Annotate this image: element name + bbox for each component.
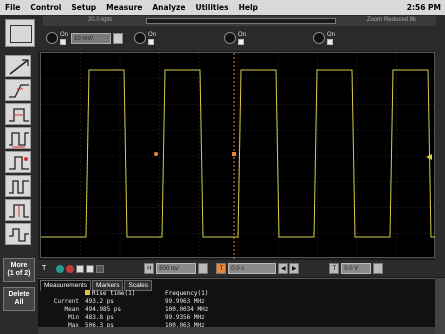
freq-value: 100.0034 MHz — [165, 306, 209, 313]
acquisition-progress — [146, 18, 336, 24]
channel-1-knob-icon[interactable] — [46, 32, 58, 44]
channel-1-on-checkbox[interactable] — [60, 38, 66, 45]
period-tool-icon[interactable] — [5, 127, 31, 149]
channel-1: On 10 mV/ — [46, 29, 124, 47]
run-button-icon[interactable] — [56, 264, 65, 273]
row-label: Mean — [64, 306, 79, 313]
menu-file[interactable]: File — [0, 3, 25, 12]
menu-help[interactable]: Help — [234, 3, 263, 12]
run-controls — [54, 264, 105, 273]
menu-setup[interactable]: Setup — [66, 3, 101, 12]
channel-4-on-checkbox[interactable] — [327, 38, 333, 45]
clock: 2:56 PM — [406, 3, 441, 12]
menu-bar: File Control Setup Measure Analyze Utili… — [0, 0, 445, 15]
vpp-tool-icon[interactable] — [5, 223, 31, 245]
acquisition-mode: Zoom Reduced 8k — [366, 17, 416, 23]
trigger-level-button[interactable] — [373, 263, 384, 274]
channel-2-on-checkbox[interactable] — [148, 38, 154, 45]
clear-display-icon[interactable] — [86, 264, 95, 273]
table-row: Min 483.8 ps 99.9356 MHz — [42, 314, 211, 322]
channel-3-on-label: On — [238, 31, 247, 38]
channel-1-color-swatch — [85, 290, 90, 295]
waveform-display[interactable] — [40, 52, 436, 259]
measurement-point-center — [232, 152, 236, 156]
graticule-svg — [41, 53, 436, 259]
channel-1-scale-button[interactable] — [113, 32, 124, 44]
column-rise-time: Rise time(1) — [92, 290, 136, 297]
channel-1-on-label: On — [60, 31, 69, 38]
timebase-position-field[interactable]: 0.0 s — [228, 263, 277, 274]
channel-3: On — [224, 29, 246, 47]
rise-value: 493.2 ps — [85, 298, 114, 305]
table-header: Rise time(1) Frequency(1) — [42, 290, 211, 298]
rise-time-tool-icon[interactable] — [5, 79, 31, 101]
autoscale-icon[interactable] — [96, 264, 105, 273]
measurement-point-left — [154, 152, 158, 156]
measurement-vertical-scrollbar[interactable] — [435, 278, 445, 334]
timebase-position-chip[interactable]: T — [216, 263, 227, 274]
channel-2: On — [134, 29, 156, 47]
table-row: Current 493.2 ps 99.9963 MHz — [42, 298, 211, 306]
timebase-channel-chip[interactable]: H — [144, 263, 155, 274]
position-left-arrow-icon[interactable]: ◀ — [278, 263, 289, 274]
channel-3-on-checkbox[interactable] — [238, 38, 244, 45]
channel-4-on-label: On — [327, 31, 336, 38]
timebase-marker: T — [42, 265, 47, 272]
channel-4-knob-icon[interactable] — [313, 32, 325, 44]
channel-1-level-marker-icon[interactable] — [426, 154, 432, 160]
trigger-chip[interactable]: T — [329, 263, 340, 274]
acquisition-bar: 20.0 kpts Zoom Reduced 8k — [43, 16, 436, 26]
stop-button-icon[interactable] — [66, 264, 75, 273]
delete-all-button[interactable]: Delete All — [3, 287, 35, 311]
channel-4: On — [313, 29, 335, 47]
measurement-table: Rise time(1) Frequency(1) Current 493.2 … — [42, 290, 211, 330]
pulse-width-tool-icon[interactable] — [5, 103, 31, 125]
channel-3-knob-icon[interactable] — [224, 32, 236, 44]
scope-display-icon[interactable] — [5, 19, 35, 47]
menu-analyze[interactable]: Analyze — [147, 3, 190, 12]
sample-rate: 20.0 kpts — [88, 17, 113, 23]
row-label: Min — [68, 314, 79, 321]
measurement-panel: Measurements Markers Scales Rise time(1)… — [38, 278, 435, 334]
table-row: Mean 494.985 ps 100.0034 MHz — [42, 306, 211, 314]
menu-measure[interactable]: Measure — [101, 3, 147, 12]
measurement-toolbar: More (1 of 2) Delete All — [0, 51, 38, 334]
menu-utilities[interactable]: Utilities — [191, 3, 234, 12]
timebase-scale-field[interactable]: 500 ns/ — [156, 263, 197, 274]
right-scroll-strip[interactable] — [435, 51, 445, 263]
more-button[interactable]: More (1 of 2) — [3, 258, 35, 282]
freq-value: 99.9963 MHz — [165, 298, 205, 305]
row-label: Current — [53, 298, 79, 305]
amplitude-tool-icon[interactable] — [5, 199, 31, 221]
position-right-arrow-icon[interactable]: ▶ — [289, 263, 300, 274]
channel-1-scale-field[interactable]: 10 mV/ — [71, 32, 112, 44]
trigger-level-field[interactable]: 0.0 V — [341, 263, 372, 274]
timebase-scale-button[interactable] — [198, 263, 209, 274]
column-frequency: Frequency(1) — [165, 290, 209, 297]
freq-value: 99.9356 MHz — [165, 314, 205, 321]
menu-control[interactable]: Control — [25, 3, 66, 12]
pointer-tool-icon[interactable] — [5, 55, 31, 77]
single-button-icon[interactable] — [76, 264, 85, 273]
rise-value: 494.985 ps — [85, 306, 122, 313]
measurement-horizontal-scrollbar[interactable] — [38, 327, 435, 334]
channel-2-on-label: On — [148, 31, 157, 38]
channel-2-knob-icon[interactable] — [134, 32, 146, 44]
duty-cycle-tool-icon[interactable] — [5, 175, 31, 197]
timebase-row: T H 500 ns/ T 0.0 s ◀ ▶ T 0.0 V — [38, 260, 445, 277]
frequency-tool-icon[interactable] — [5, 151, 31, 173]
rise-value: 483.8 ps — [85, 314, 114, 321]
